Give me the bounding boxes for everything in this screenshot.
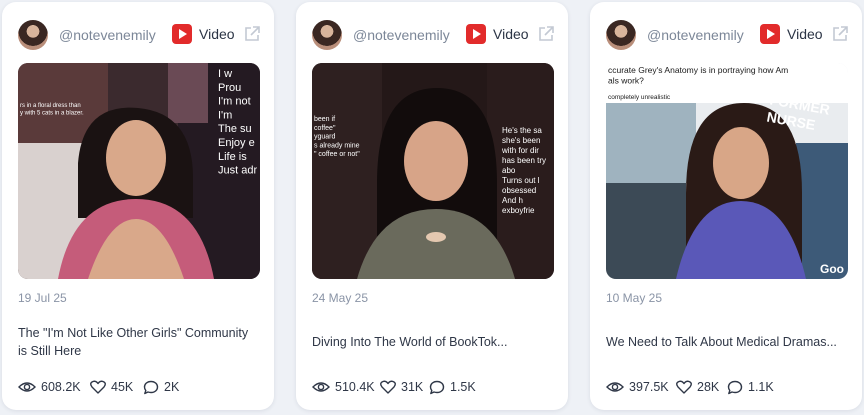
avatar[interactable] (18, 20, 48, 50)
eye-icon (18, 382, 36, 392)
likes-count: 45K (111, 380, 134, 394)
post-title[interactable]: We Need to Talk About Medical Dramas... (606, 333, 848, 351)
comments-count: 1.5K (450, 380, 476, 394)
content-card[interactable]: @notevenemily Video rs in a floral dress… (2, 2, 274, 410)
youtube-icon (760, 24, 780, 44)
heart-icon (676, 380, 692, 394)
card-header: @notevenemily Video (18, 20, 260, 50)
views-stat: 608.2K (18, 378, 81, 396)
thumbnail-caption-left: rs in a floral dress than y with 5 cats i… (20, 103, 84, 117)
avatar[interactable] (312, 20, 342, 50)
comments-count: 2K (164, 380, 180, 394)
comment-icon (143, 380, 159, 394)
external-link-icon[interactable] (830, 24, 850, 44)
likes-stat: 28K (676, 378, 719, 396)
external-link-icon[interactable] (536, 24, 556, 44)
eye-icon (606, 382, 624, 392)
post-date: 10 May 25 (606, 291, 663, 305)
likes-stat: 45K (90, 378, 133, 396)
heart-icon (90, 380, 106, 394)
views-count: 397.5K (629, 380, 669, 394)
youtube-icon (172, 24, 192, 44)
comments-stat: 1.5K (429, 378, 476, 396)
likes-count: 31K (401, 380, 424, 394)
comments-stat: 2K (143, 378, 179, 396)
creator-handle[interactable]: @notevenemily (353, 27, 450, 43)
likes-count: 28K (697, 380, 720, 394)
thumbnail-caption-sub: completely unrealistic (608, 94, 671, 101)
comment-icon (429, 380, 445, 394)
content-card[interactable]: @notevenemily Video ccurate Grey's Anato… (590, 2, 862, 410)
post-date: 19 Jul 25 (18, 291, 67, 305)
video-thumbnail[interactable]: ccurate Grey's Anatomy is in portraying … (606, 63, 848, 279)
comments-stat: 1.1K (727, 378, 774, 396)
youtube-icon (466, 24, 486, 44)
creator-handle[interactable]: @notevenemily (647, 27, 744, 43)
likes-stat: 31K (380, 378, 423, 396)
views-count: 608.2K (41, 380, 81, 394)
platform-label: Video (493, 26, 529, 42)
external-link-icon[interactable] (242, 24, 262, 44)
avatar[interactable] (606, 20, 636, 50)
post-title[interactable]: Diving Into The World of BookTok... (312, 333, 554, 351)
card-header: @notevenemily Video (312, 20, 554, 50)
video-thumbnail[interactable]: been if coffee" yguard s already mine " coff… (312, 63, 554, 279)
heart-icon (380, 380, 396, 394)
video-thumbnail[interactable]: rs in a floral dress than y with 5 cats i… (18, 63, 260, 279)
content-card[interactable]: @notevenemily Video been if coffee" yguard… (296, 2, 568, 410)
views-stat: 510.4K (312, 378, 375, 396)
comments-count: 1.1K (748, 380, 774, 394)
views-count: 510.4K (335, 380, 375, 394)
comment-icon (727, 380, 743, 394)
platform-label: Video (199, 26, 235, 42)
post-date: 24 May 25 (312, 291, 369, 305)
post-title[interactable]: The "I'm Not Like Other Girls" Community… (18, 324, 260, 360)
platform-label: Video (787, 26, 823, 42)
creator-handle[interactable]: @notevenemily (59, 27, 156, 43)
card-header: @notevenemily Video (606, 20, 848, 50)
thumbnail-corner-text: Goo (820, 262, 844, 276)
eye-icon (312, 382, 330, 392)
views-stat: 397.5K (606, 378, 669, 396)
